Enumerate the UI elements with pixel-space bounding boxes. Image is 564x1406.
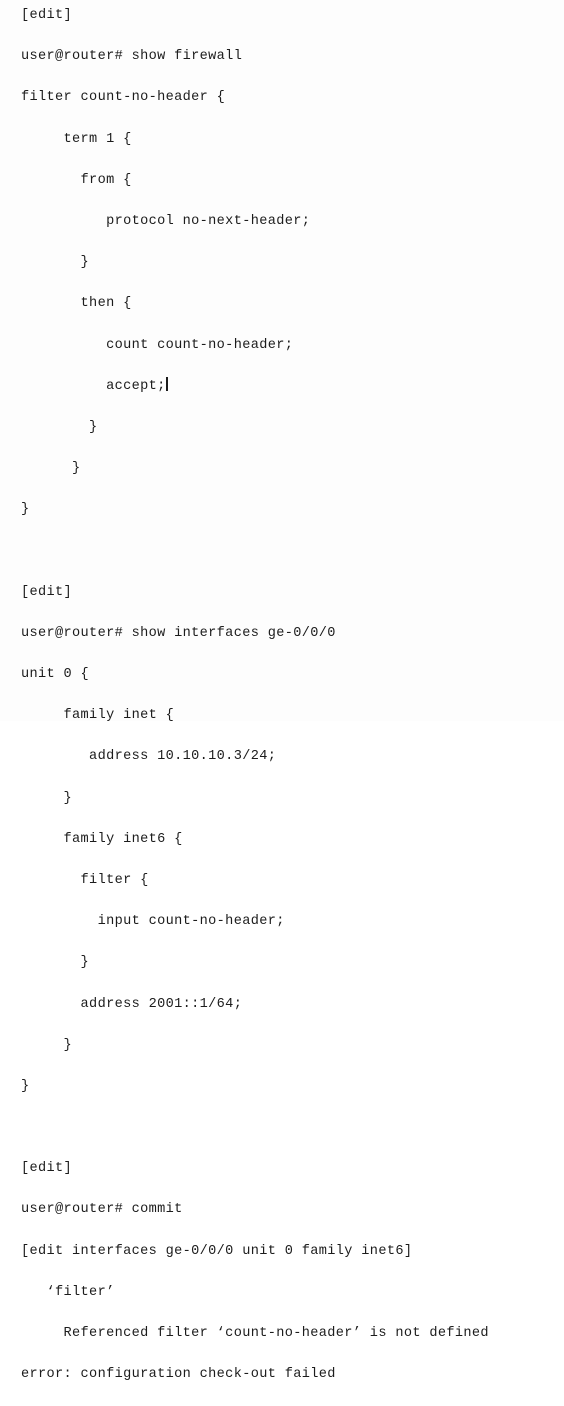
terminal-line: [edit] bbox=[21, 1161, 73, 1177]
terminal-line: user@router# commit bbox=[21, 1202, 183, 1218]
terminal-line: address 2001::1/64; bbox=[21, 996, 243, 1012]
terminal-line: } bbox=[21, 955, 90, 971]
terminal-line: accept; bbox=[21, 376, 168, 394]
terminal-line: } bbox=[21, 419, 98, 435]
terminal-line: error: configuration check-out failed bbox=[21, 1367, 336, 1383]
terminal-line: filter count-no-header { bbox=[21, 90, 226, 106]
terminal-line: unit 0 { bbox=[21, 667, 90, 682]
terminal-line: count count-no-header; bbox=[21, 337, 294, 353]
console-output[interactable]: [edit] user@router# show firewall filter… bbox=[0, 0, 564, 1406]
terminal-line: } bbox=[21, 502, 30, 518]
terminal-line: [edit] bbox=[21, 584, 73, 600]
terminal-line: then { bbox=[21, 296, 132, 312]
terminal-line: protocol no-next-header; bbox=[21, 213, 311, 229]
terminal-line: family inet6 { bbox=[21, 831, 183, 847]
terminal-line: } bbox=[21, 1078, 30, 1094]
terminal-window: [edit] user@router# show firewall filter… bbox=[0, 0, 564, 1382]
terminal-line: } bbox=[21, 790, 73, 806]
terminal-line: user@router# show firewall bbox=[21, 49, 243, 65]
terminal-line: from { bbox=[21, 172, 132, 188]
terminal-line: [edit interfaces ge-0/0/0 unit 0 family … bbox=[21, 1243, 413, 1259]
terminal-line: Referenced filter ‘count-no-header’ is n… bbox=[21, 1326, 489, 1341]
terminal-line: address 10.10.10.3/24; bbox=[21, 749, 277, 765]
terminal-line: } bbox=[21, 1037, 73, 1053]
terminal-line: input count-no-header; bbox=[21, 914, 285, 930]
terminal-line: user@router# show interfaces ge-0/0/0 bbox=[21, 625, 336, 641]
terminal-line: [edit] bbox=[21, 8, 73, 23]
terminal-line: } bbox=[21, 255, 90, 271]
terminal-line: filter { bbox=[21, 872, 149, 888]
terminal-line: family inet { bbox=[21, 708, 175, 724]
terminal-line: term 1 { bbox=[21, 131, 132, 147]
terminal-line: } bbox=[21, 461, 81, 477]
text-cursor bbox=[166, 376, 168, 391]
terminal-line: ‘filter’ bbox=[21, 1284, 115, 1300]
